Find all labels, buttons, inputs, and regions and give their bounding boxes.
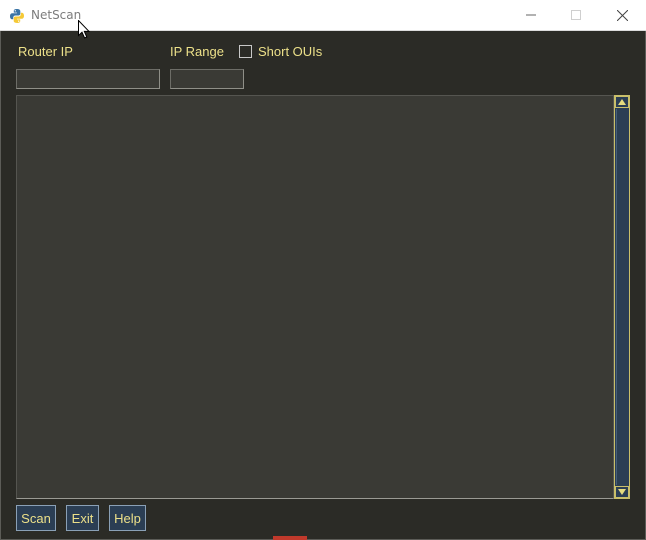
router-ip-input[interactable] bbox=[16, 69, 160, 89]
scroll-down-button[interactable] bbox=[615, 486, 629, 498]
ip-range-label: IP Range bbox=[170, 44, 224, 59]
maximize-button[interactable] bbox=[553, 0, 599, 30]
scan-output-area[interactable] bbox=[16, 95, 614, 499]
title-bar[interactable]: NetScan bbox=[0, 0, 646, 31]
close-button[interactable] bbox=[599, 0, 645, 30]
scroll-up-button[interactable] bbox=[615, 96, 629, 108]
close-icon bbox=[616, 9, 628, 21]
exit-button[interactable]: Exit bbox=[66, 505, 99, 531]
scan-button[interactable]: Scan bbox=[16, 505, 56, 531]
scroll-thumb[interactable] bbox=[616, 109, 628, 485]
output-scrollbar[interactable] bbox=[614, 95, 630, 499]
arrow-up-icon bbox=[618, 99, 626, 105]
short-ouis-checkbox[interactable] bbox=[239, 45, 252, 58]
taskbar-edge bbox=[273, 536, 307, 540]
short-ouis-label[interactable]: Short OUIs bbox=[258, 44, 322, 60]
python-logo-icon bbox=[9, 8, 25, 24]
mouse-cursor-icon bbox=[78, 20, 90, 39]
router-ip-label: Router IP bbox=[18, 44, 73, 59]
minimize-icon bbox=[526, 14, 536, 16]
window-title: NetScan bbox=[31, 8, 82, 22]
minimize-button[interactable] bbox=[508, 0, 554, 30]
ip-range-input[interactable] bbox=[170, 69, 244, 89]
maximize-icon bbox=[571, 10, 581, 20]
help-button[interactable]: Help bbox=[109, 505, 146, 531]
arrow-down-icon bbox=[618, 489, 626, 495]
